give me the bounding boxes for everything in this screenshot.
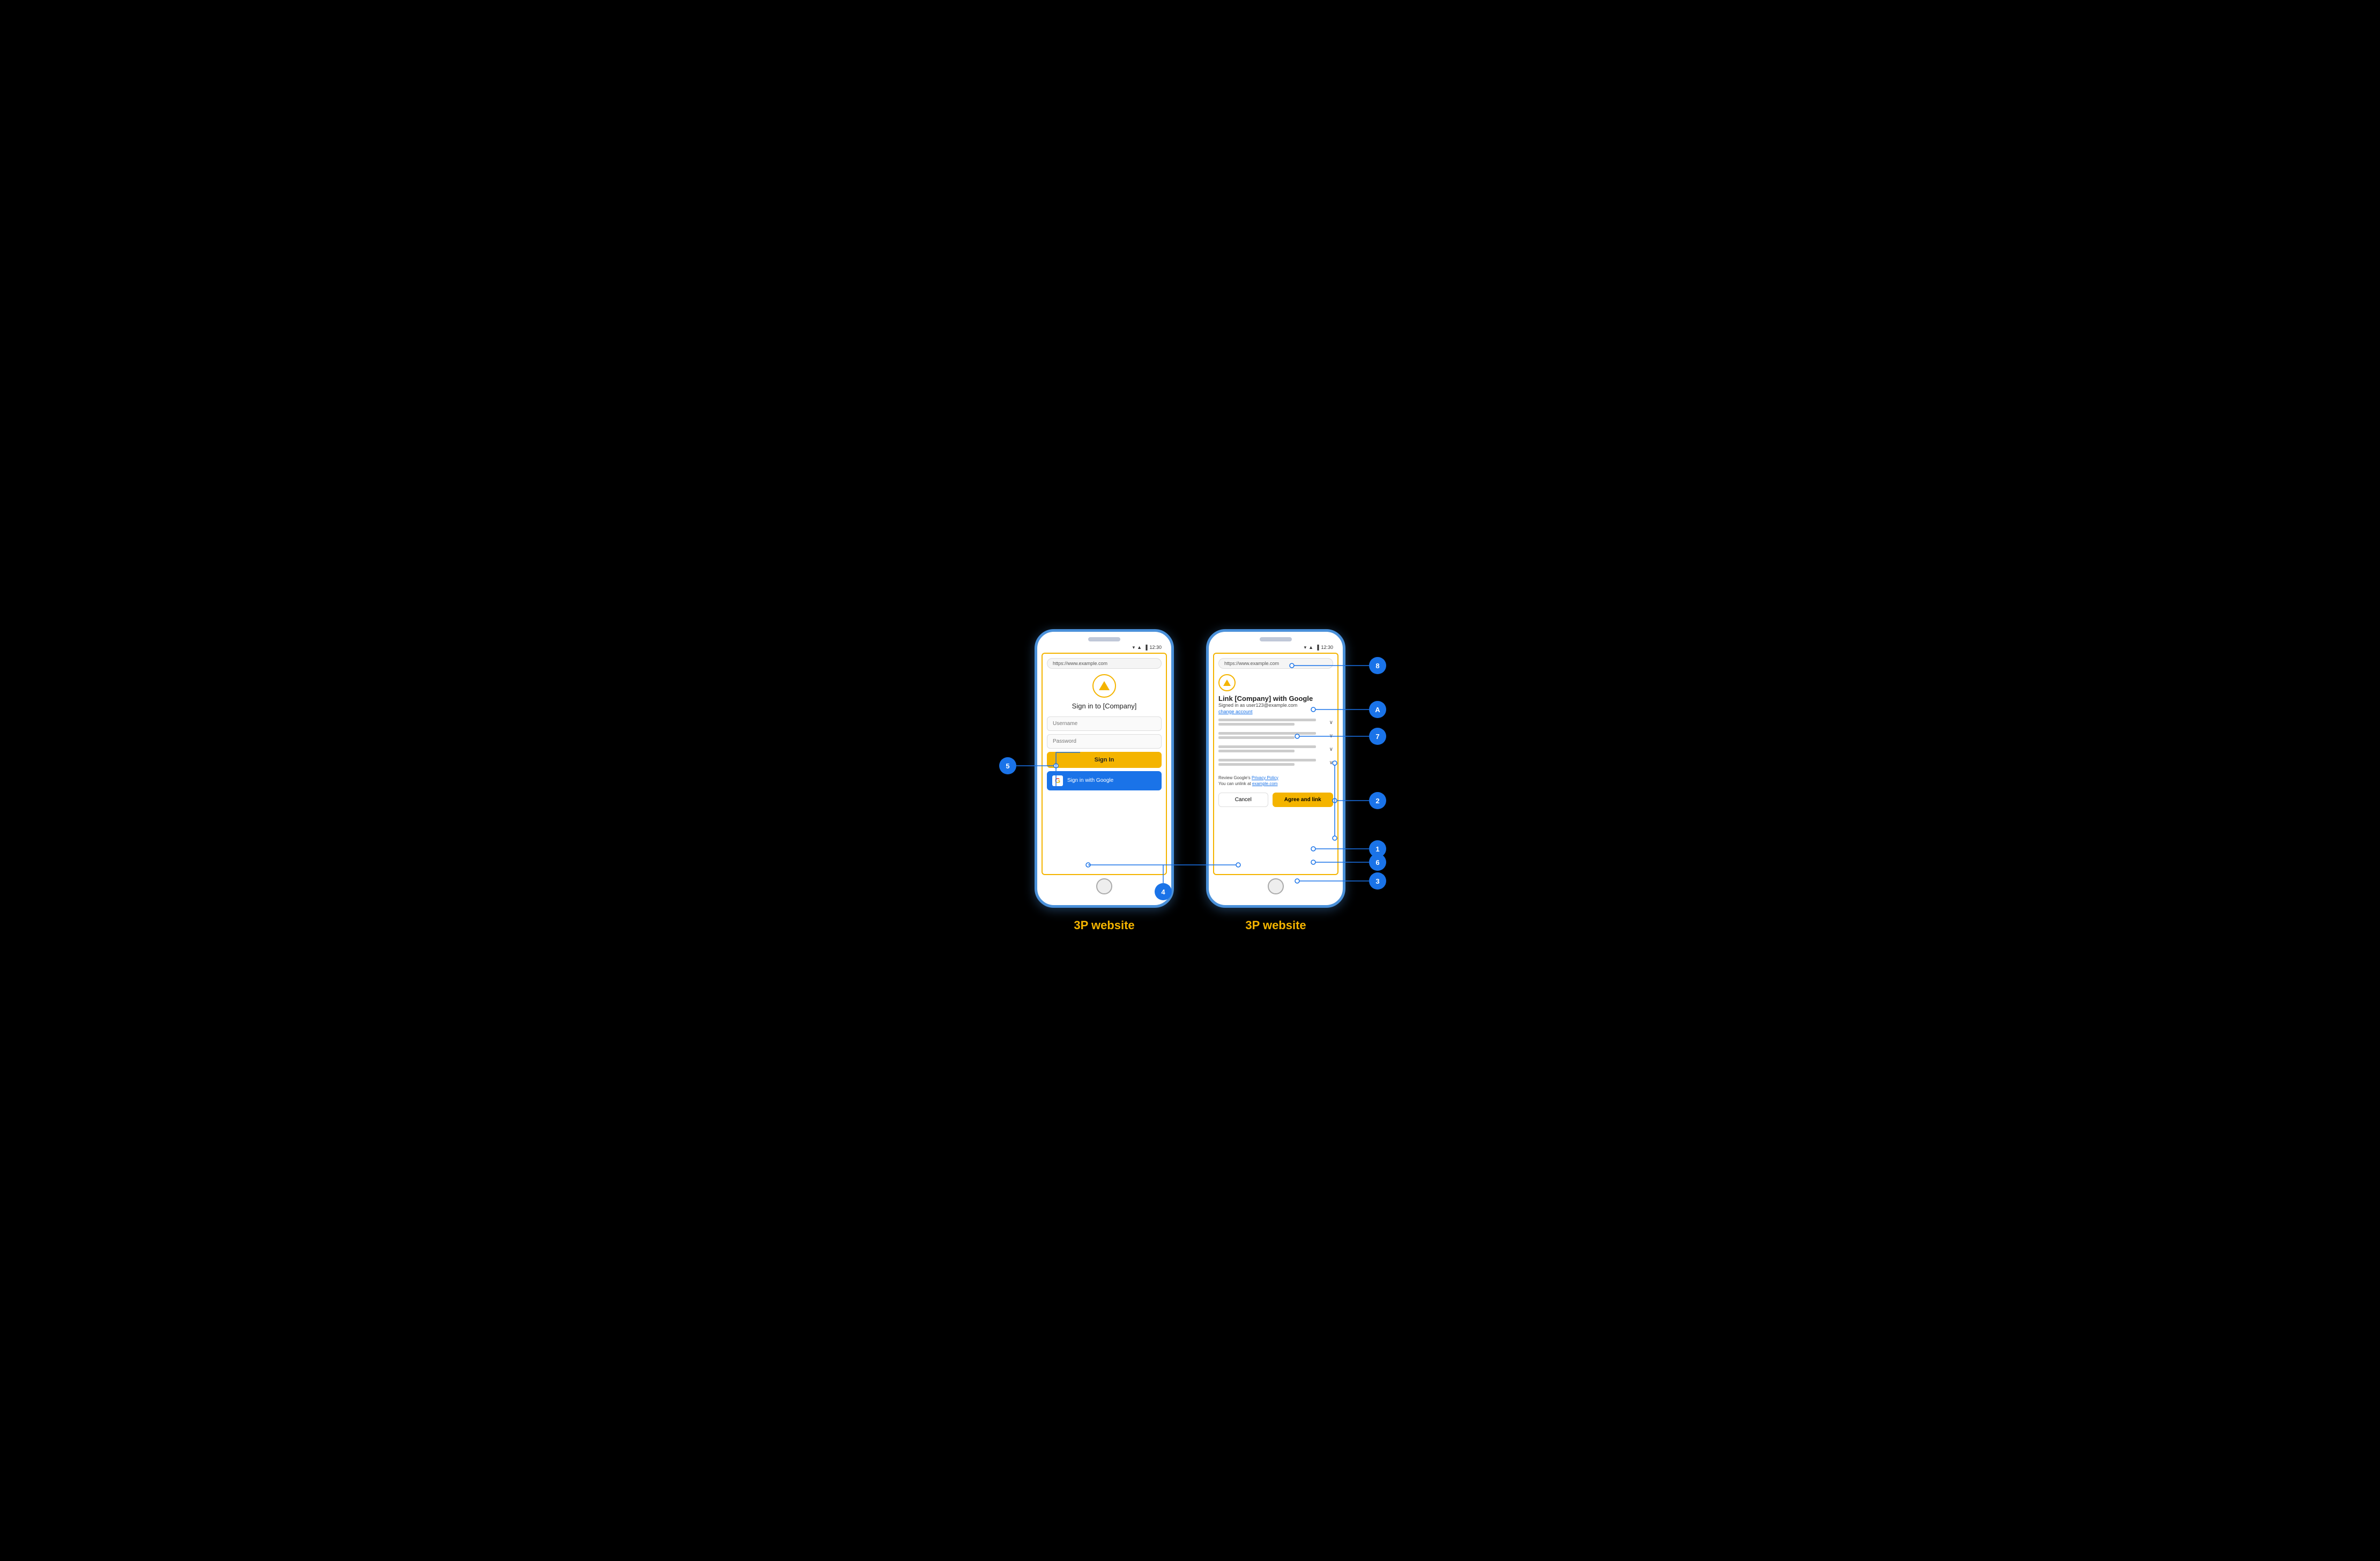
svg-text:3: 3 bbox=[1375, 877, 1379, 885]
svg-text:6: 6 bbox=[1375, 858, 1379, 867]
change-account-link[interactable]: change account bbox=[1218, 709, 1333, 714]
phone2-section: ▾ ▲ ▐ 12:30 https://www.example.com Link… bbox=[1206, 629, 1345, 932]
phone2-shell: ▾ ▲ ▐ 12:30 https://www.example.com Link… bbox=[1206, 629, 1345, 908]
phone1-time: 12:30 bbox=[1149, 645, 1162, 650]
svg-text:5: 5 bbox=[1006, 762, 1009, 770]
permission-item-2: ∨ bbox=[1218, 732, 1333, 743]
phone2-screen: https://www.example.com Link [Company] w… bbox=[1213, 653, 1338, 875]
phone1-notch bbox=[1088, 637, 1120, 641]
phone2-home-button[interactable] bbox=[1268, 878, 1284, 894]
phone1-home-button[interactable] bbox=[1096, 878, 1112, 894]
link-header bbox=[1218, 674, 1333, 691]
google-g-letter: G bbox=[1055, 776, 1060, 785]
svg-text:A: A bbox=[1375, 706, 1380, 714]
permission-item-3: ∨ bbox=[1218, 745, 1333, 756]
triangle-icon2 bbox=[1223, 679, 1231, 686]
wifi-icon: ▾ bbox=[1133, 645, 1135, 651]
cancel-button[interactable]: Cancel bbox=[1218, 793, 1268, 807]
perm-lines-1 bbox=[1218, 719, 1329, 727]
password-field[interactable] bbox=[1047, 734, 1162, 749]
phone1-section: ▾ ▲ ▐ 12:30 https://www.example.com Sign… bbox=[1035, 629, 1174, 932]
svg-text:1: 1 bbox=[1375, 845, 1379, 853]
triangle-icon bbox=[1099, 681, 1110, 690]
perm-lines-4 bbox=[1218, 759, 1329, 767]
phone2-status-bar: ▾ ▲ ▐ 12:30 bbox=[1213, 645, 1338, 651]
perm-line bbox=[1218, 763, 1295, 766]
link-title: Link [Company] with Google bbox=[1218, 694, 1333, 703]
unlink-text: You can unlink at example.com bbox=[1218, 781, 1333, 786]
google-signin-button[interactable]: G Sign in with Google bbox=[1047, 771, 1162, 790]
sign-in-button[interactable]: Sign In bbox=[1047, 752, 1162, 768]
phone2-notch bbox=[1260, 637, 1292, 641]
signal-icon2: ▲ bbox=[1308, 645, 1313, 650]
signal-icon: ▲ bbox=[1137, 645, 1142, 650]
company-logo2 bbox=[1218, 674, 1236, 691]
google-g-icon: G bbox=[1052, 775, 1063, 786]
phone1-status-bar: ▾ ▲ ▐ 12:30 bbox=[1042, 645, 1167, 651]
privacy-text: Review Google's Privacy Policy bbox=[1218, 775, 1333, 780]
perm-lines-3 bbox=[1218, 745, 1329, 754]
phone1-shell: ▾ ▲ ▐ 12:30 https://www.example.com Sign… bbox=[1035, 629, 1174, 908]
battery-icon: ▐ bbox=[1144, 645, 1147, 650]
perm-line bbox=[1218, 723, 1295, 726]
perm-line bbox=[1218, 750, 1295, 752]
perm-lines-2 bbox=[1218, 732, 1329, 741]
google-signin-label: Sign in with Google bbox=[1067, 778, 1113, 783]
wifi-icon2: ▾ bbox=[1304, 645, 1307, 651]
company-logo-wrap bbox=[1047, 674, 1162, 698]
phone2-address-bar: https://www.example.com bbox=[1218, 658, 1333, 669]
permission-item-1: ∨ bbox=[1218, 719, 1333, 729]
perm-line bbox=[1218, 719, 1316, 721]
phone1-address-bar: https://www.example.com bbox=[1047, 658, 1162, 669]
chevron-icon-3[interactable]: ∨ bbox=[1329, 746, 1333, 752]
unlink-link[interactable]: example.com bbox=[1252, 781, 1278, 786]
permission-item-4: ∨ bbox=[1218, 759, 1333, 770]
phone1-label: 3P website bbox=[1074, 918, 1134, 932]
chevron-icon-2[interactable]: ∨ bbox=[1329, 733, 1333, 739]
sign-in-title: Sign in to [Company] bbox=[1047, 702, 1162, 710]
perm-line bbox=[1218, 732, 1316, 735]
agree-button[interactable]: Agree and link bbox=[1273, 793, 1333, 807]
phone2-label: 3P website bbox=[1245, 918, 1306, 932]
chevron-icon-4[interactable]: ∨ bbox=[1329, 760, 1333, 766]
privacy-policy-link[interactable]: Privacy Policy bbox=[1252, 775, 1278, 780]
svg-text:2: 2 bbox=[1375, 797, 1379, 805]
company-logo bbox=[1092, 674, 1116, 698]
svg-text:8: 8 bbox=[1375, 662, 1379, 670]
chevron-icon-1[interactable]: ∨ bbox=[1329, 720, 1333, 726]
phone1-screen: https://www.example.com Sign in to [Comp… bbox=[1042, 653, 1167, 875]
battery-icon2: ▐ bbox=[1315, 645, 1319, 650]
action-buttons: Cancel Agree and link bbox=[1218, 793, 1333, 807]
perm-line bbox=[1218, 745, 1316, 748]
perm-line bbox=[1218, 736, 1295, 739]
phone2-time: 12:30 bbox=[1321, 645, 1333, 650]
perm-line bbox=[1218, 759, 1316, 761]
username-field[interactable] bbox=[1047, 716, 1162, 731]
svg-text:7: 7 bbox=[1375, 733, 1379, 741]
signed-in-text: Signed in as user123@example.com bbox=[1218, 703, 1333, 708]
